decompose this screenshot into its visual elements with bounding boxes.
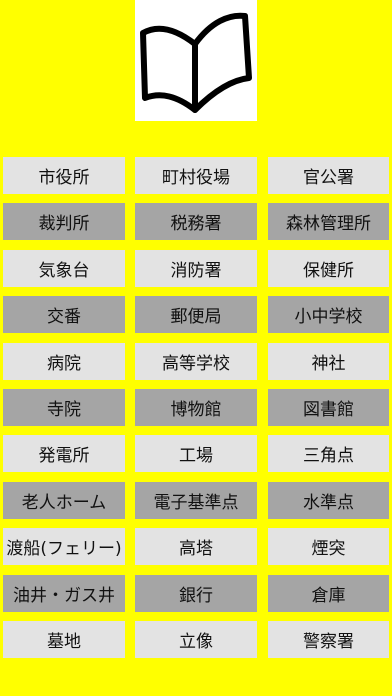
category-button[interactable]: 町村役場 [135,157,257,194]
category-button[interactable]: 市役所 [3,157,125,194]
category-button[interactable]: 消防署 [135,250,257,287]
category-button[interactable]: 税務署 [135,203,257,240]
category-button[interactable]: 交番 [3,296,125,333]
category-button[interactable]: 水準点 [268,482,389,519]
open-book-icon [140,12,252,113]
category-button[interactable]: 煙突 [268,528,389,565]
category-button[interactable]: 高塔 [135,528,257,565]
category-button[interactable]: 発電所 [3,435,125,472]
category-button[interactable]: 警察署 [268,621,389,658]
category-button[interactable]: 三角点 [268,435,389,472]
category-button[interactable]: 老人ホーム [3,482,125,519]
category-button[interactable]: 油井・ガス井 [3,575,125,612]
category-button[interactable]: 官公署 [268,157,389,194]
category-button[interactable]: 倉庫 [268,575,389,612]
category-button[interactable]: 病院 [3,343,125,380]
category-button[interactable]: 博物館 [135,389,257,426]
book-logo [135,0,257,121]
category-button[interactable]: 工場 [135,435,257,472]
category-button[interactable]: 銀行 [135,575,257,612]
category-button[interactable]: 森林管理所 [268,203,389,240]
category-button[interactable]: 高等学校 [135,343,257,380]
category-button[interactable]: 立像 [135,621,257,658]
category-button[interactable]: 渡船(フェリー) [3,528,125,565]
category-button[interactable]: 図書館 [268,389,389,426]
category-button[interactable]: 墓地 [3,621,125,658]
category-button[interactable]: 小中学校 [268,296,389,333]
category-button[interactable]: 郵便局 [135,296,257,333]
category-button[interactable]: 気象台 [3,250,125,287]
category-button[interactable]: 神社 [268,343,389,380]
category-button[interactable]: 裁判所 [3,203,125,240]
category-button[interactable]: 保健所 [268,250,389,287]
category-button[interactable]: 寺院 [3,389,125,426]
category-button[interactable]: 電子基準点 [135,482,257,519]
